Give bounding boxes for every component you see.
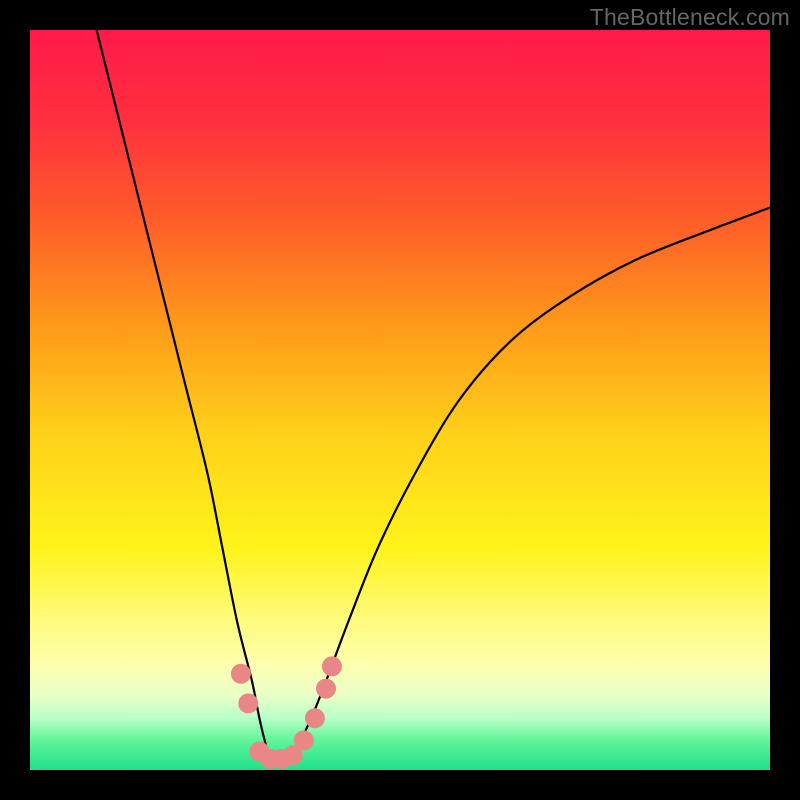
marker-point [294, 730, 314, 750]
marker-point [238, 693, 258, 713]
bottleneck-chart [30, 30, 770, 770]
marker-point [231, 664, 251, 684]
plot-area [30, 30, 770, 770]
marker-point [316, 679, 336, 699]
marker-point [305, 708, 325, 728]
gradient-background [30, 30, 770, 770]
chart-frame: TheBottleneck.com [0, 0, 800, 800]
marker-point [322, 656, 342, 676]
watermark-label: TheBottleneck.com [590, 4, 790, 31]
